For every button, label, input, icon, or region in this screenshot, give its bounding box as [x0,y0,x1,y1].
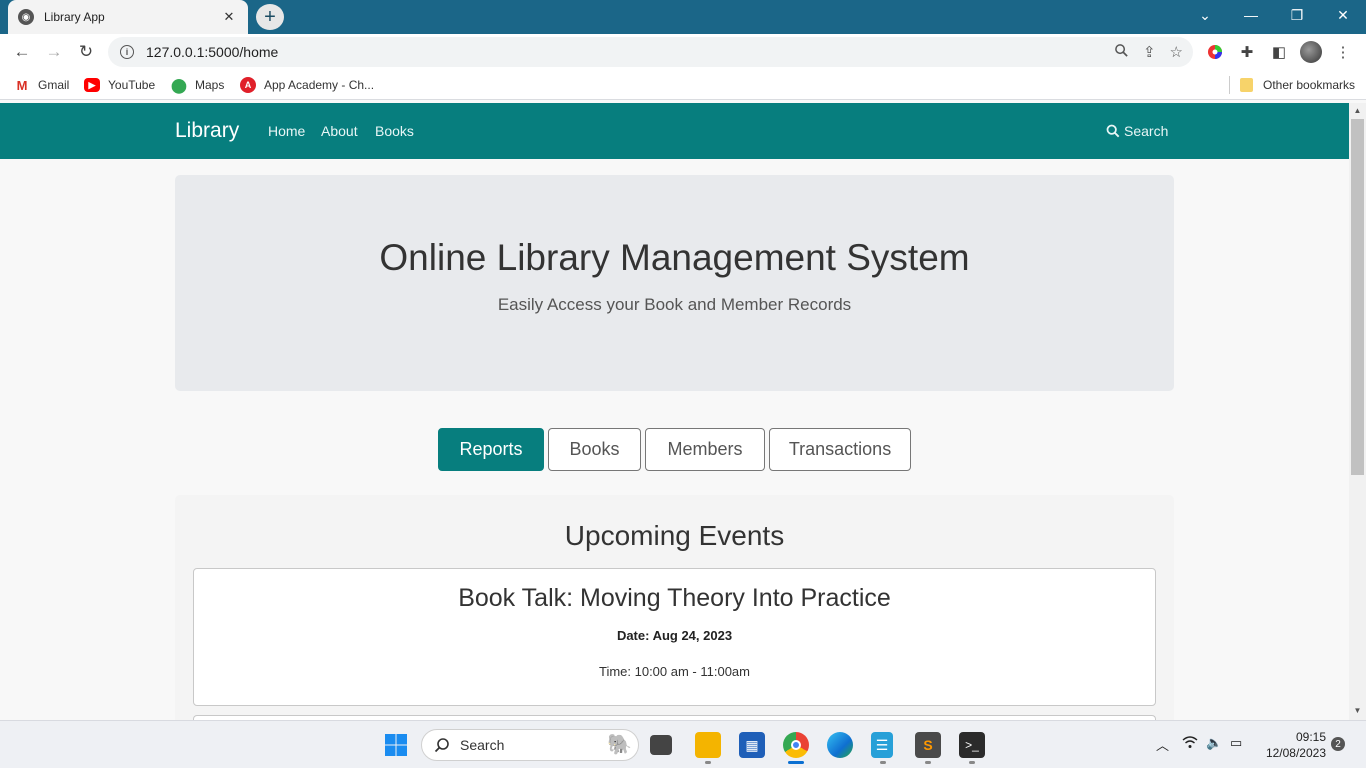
tab-books[interactable]: Books [548,428,641,471]
back-arrow-icon[interactable]: ← [8,38,36,66]
maps-pin-icon: ⬤ [171,76,187,93]
bookmark-label: App Academy - Ch... [264,78,375,92]
bookmarks-bar: M Gmail ▶ YouTube ⬤ Maps A App Academy -… [0,70,1366,100]
bookmark-star-icon[interactable]: ☆ [1170,43,1183,61]
nav-about[interactable]: About [321,123,358,139]
new-tab-button[interactable]: + [256,4,284,30]
scroll-down-arrow-icon[interactable]: ▼ [1349,703,1366,717]
brand-logo[interactable]: Library [175,119,239,143]
share-icon[interactable]: ⇪ [1143,43,1156,61]
color-wheel-extension-icon[interactable] [1204,41,1226,63]
running-indicator [880,761,886,764]
terminal-icon[interactable]: >_ [959,732,985,758]
event-title: Book Talk: Moving Theory Into Practice [458,584,891,612]
folder-icon [1240,78,1253,92]
gmail-icon: M [16,77,28,93]
tab-reports[interactable]: Reports [438,428,544,471]
battery-icon[interactable]: ▭ [1230,735,1242,751]
file-explorer-icon[interactable] [695,732,721,758]
app-academy-icon: A [240,77,256,93]
omnibox-actions: ⇪ ☆ [1114,37,1183,67]
address-url[interactable]: 127.0.0.1:5000/home [146,44,278,60]
scroll-thumb[interactable] [1351,119,1364,475]
bookmark-maps[interactable]: ⬤ Maps [171,76,224,94]
bookmark-app-academy[interactable]: A App Academy - Ch... [240,76,374,94]
active-app-indicator [788,761,804,764]
globe-icon: ◉ [18,9,34,25]
volume-icon[interactable]: 🔈 [1206,735,1222,751]
windows-taskbar: Search 🐘 ▦ ☰ S >_ ︿ 🔈 ▭ 09:15 12/08/2023… [0,720,1366,768]
browser-tab[interactable]: ◉ Library App ✕ [8,0,248,34]
edge-icon[interactable] [827,732,853,758]
sublime-text-icon[interactable]: S [915,732,941,758]
tab-search-chevron-icon[interactable]: ⌄ [1182,0,1228,30]
browser-titlebar: ◉ Library App ✕ + ⌄ — ❐ ✕ [0,0,1366,34]
search-label: Search [1124,123,1169,139]
bookmark-youtube[interactable]: ▶ YouTube [84,76,155,94]
hero-title: Online Library Management System [379,237,970,278]
other-bookmarks-label: Other bookmarks [1263,78,1356,92]
chrome-icon[interactable] [783,732,809,758]
taskbar-clock[interactable]: 09:15 12/08/2023 [1258,729,1326,761]
bookmark-label: Maps [195,78,225,92]
nav-books[interactable]: Books [375,123,414,139]
bookmark-label: YouTube [108,78,156,92]
search-icon [434,738,449,753]
show-hidden-icons-chevron-icon[interactable]: ︿ [1156,735,1169,754]
bookmark-gmail[interactable]: M Gmail [14,76,70,94]
task-view-icon[interactable] [650,735,672,755]
nav-search-link[interactable]: Search [1106,123,1168,139]
address-bar[interactable]: i 127.0.0.1:5000/home ⇪ ☆ [108,37,1193,67]
extensions-puzzle-icon[interactable]: ✚ [1236,41,1258,63]
youtube-icon: ▶ [84,78,100,92]
search-icon [1106,124,1120,138]
more-menu-icon[interactable]: ⋮ [1332,41,1354,63]
clock-time: 09:15 [1295,730,1326,744]
notification-badge[interactable]: 2 [1331,737,1345,751]
events-heading: Upcoming Events [564,520,785,551]
running-indicator [925,761,931,764]
site-navbar: Library Home About Books Search [0,103,1349,159]
elephant-icon: 🐘 [607,734,632,756]
close-window-icon[interactable]: ✕ [1320,0,1366,30]
event-time: Time: 10:00 am - 11:00am [598,664,750,679]
clock-date: 12/08/2023 [1265,746,1326,760]
taskbar-search-label: Search [460,737,505,753]
other-bookmarks[interactable]: Other bookmarks [1240,76,1355,94]
bookmark-label: Gmail [38,78,70,92]
side-panel-icon[interactable]: ◧ [1268,41,1290,63]
windows-start-icon[interactable] [383,732,409,758]
restore-icon[interactable]: ❐ [1274,0,1320,30]
site-info-icon[interactable]: i [120,45,134,59]
event-card[interactable]: Book Talk: Moving Theory Into Practice D… [193,568,1156,706]
minimize-icon[interactable]: — [1228,0,1274,30]
extensions-area: ✚ ◧ ⋮ [1204,40,1354,64]
browser-toolbar: ← → ↻ i 127.0.0.1:5000/home ⇪ ☆ ✚ ◧ ⋮ [0,34,1366,70]
reload-icon[interactable]: ↻ [72,38,100,66]
running-indicator [705,761,711,764]
wifi-icon[interactable] [1182,735,1198,752]
zoom-icon[interactable] [1114,43,1129,62]
nav-home[interactable]: Home [268,123,305,139]
tab-transactions[interactable]: Transactions [769,428,911,471]
taskbar-search[interactable]: Search 🐘 [421,729,639,761]
microsoft-store-icon[interactable]: ▦ [739,732,765,758]
tab-title: Library App [44,10,105,24]
forward-arrow-icon[interactable]: → [40,38,68,66]
scroll-up-arrow-icon[interactable]: ▲ [1349,103,1366,117]
tab-members[interactable]: Members [645,428,765,471]
hero-banner: Online Library Management System Easily … [175,175,1174,391]
bookmarks-divider [1229,76,1230,94]
page-scrollbar[interactable]: ▲ ▼ [1349,103,1366,720]
profile-avatar[interactable] [1300,41,1322,63]
notepad-icon[interactable]: ☰ [871,732,893,758]
running-indicator [969,761,975,764]
event-date: Date: Aug 24, 2023 [616,628,733,643]
hero-subtitle: Easily Access your Book and Member Recor… [497,295,852,314]
close-tab-icon[interactable]: ✕ [220,9,238,25]
